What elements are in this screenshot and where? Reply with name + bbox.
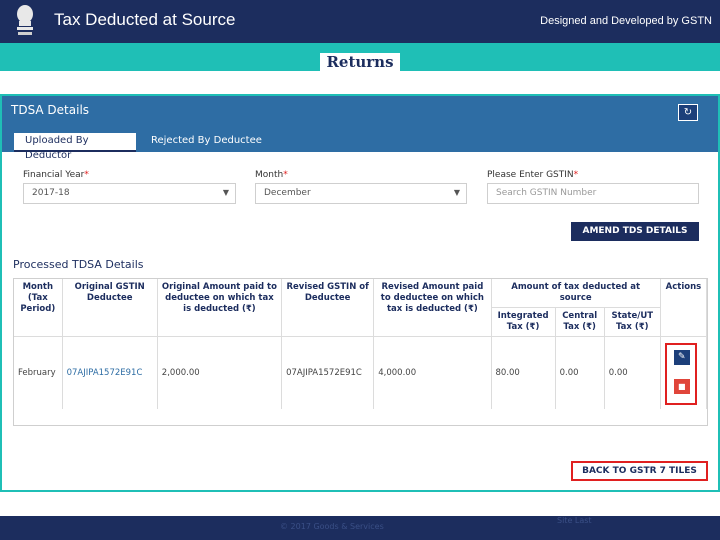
panel-title: TDSA Details [11, 103, 90, 117]
page-title: Returns [0, 53, 720, 71]
processed-tdsa-table: Month (Tax Period) Original GSTIN Deduct… [13, 278, 708, 426]
cell-central-tax: 0.00 [555, 336, 605, 409]
amend-tds-details-button[interactable]: AMEND TDS DETAILS [571, 222, 699, 241]
state-emblem-icon [17, 5, 33, 35]
trash-icon: ■ [678, 382, 686, 391]
footer-site-last: Site Last [557, 516, 592, 525]
header-original-amount: Original Amount paid to deductee on whic… [157, 279, 283, 337]
cell-revised-amount: 4,000.00 [373, 336, 492, 409]
tab-uploaded-by-deductor[interactable]: Uploaded By Deductor [14, 133, 136, 161]
tab-rejected-by-deductee[interactable]: Rejected By Deductee [140, 133, 273, 152]
financial-year-select[interactable]: 2017-18 ▼ [23, 183, 236, 204]
header-revised-gstin: Revised GSTIN of Deductee [281, 279, 375, 337]
refresh-icon: ↻ [683, 107, 693, 118]
table-row: February 07AJIPA1572E91C 2,000.00 07AJIP… [14, 336, 708, 409]
header-integrated-tax: Integrated Tax (₹) [491, 307, 556, 337]
pencil-icon: ✎ [678, 352, 686, 362]
refresh-button[interactable]: ↻ [678, 104, 698, 121]
header-tax-deducted: Amount of tax deducted at source [491, 279, 661, 308]
gstin-search-input[interactable]: Search GSTIN Number [487, 183, 699, 204]
header-original-gstin: Original GSTIN Deductee [62, 279, 158, 337]
dropdown-arrow-icon: ▼ [222, 188, 229, 197]
cell-actions: ✎ ■ [660, 336, 708, 409]
footer-copyright: © 2017 Goods & Services [280, 522, 384, 531]
cell-state-tax: 0.00 [604, 336, 661, 409]
delete-button[interactable]: ■ [673, 379, 690, 394]
app-header: Tax Deducted at Source Designed and Deve… [0, 0, 720, 43]
section-title: Processed TDSA Details [13, 258, 144, 271]
dropdown-arrow-icon: ▼ [453, 188, 460, 197]
header-revised-amount: Revised Amount paid to deductee on which… [373, 279, 492, 337]
cell-month: February [14, 336, 63, 409]
header-month: Month (Tax Period) [14, 279, 63, 337]
cell-original-amount: 2,000.00 [157, 336, 283, 409]
developer-credit: Designed and Developed by GSTN [540, 15, 712, 27]
month-select[interactable]: December ▼ [255, 183, 467, 204]
header-central-tax: Central Tax (₹) [555, 307, 605, 337]
cell-original-gstin: 07AJIPA1572E91C [62, 336, 158, 409]
app-title: Tax Deducted at Source [54, 10, 236, 29]
gstin-label: Please Enter GSTIN* [487, 170, 579, 180]
header-actions: Actions [660, 279, 708, 337]
panel-header: TDSA Details ↻ Uploaded By Deductor Reje… [2, 96, 718, 161]
cell-revised-gstin: 07AJIPA1572E91C [281, 336, 375, 409]
back-to-gstr7-tiles-button[interactable]: BACK TO GSTR 7 TILES [571, 461, 708, 481]
cell-integrated-tax: 80.00 [491, 336, 556, 409]
actions-highlight: ✎ ■ [664, 343, 697, 405]
month-label: Month* [255, 170, 288, 180]
header-state-tax: State/UT Tax (₹) [604, 307, 661, 337]
edit-button[interactable]: ✎ [673, 350, 690, 365]
page-footer: © 2017 Goods & Services Site Last [0, 516, 720, 540]
financial-year-label: Financial Year* [23, 170, 89, 180]
